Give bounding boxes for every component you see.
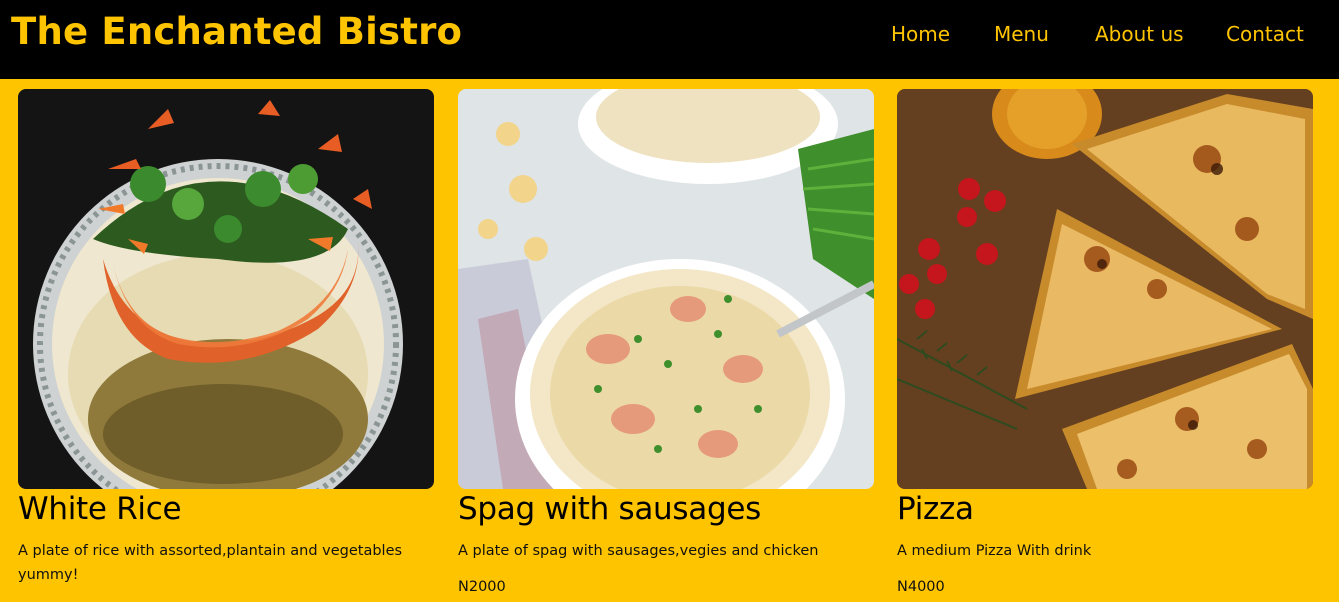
menu-item-price: N4000 — [897, 579, 945, 595]
menu-item-description: A plate of spag with sausages,vegies and… — [458, 543, 819, 559]
menu-item-title: White Rice — [18, 491, 182, 527]
pasta-dish-image — [458, 89, 874, 489]
main-nav: Home Menu About us Contact — [0, 22, 1339, 50]
menu-item-price: N2000 — [458, 579, 506, 595]
menu-card-pizza: Pizza A medium Pizza With drink N4000 — [897, 89, 1313, 595]
menu-card-spag-sausages: Spag with sausages A plate of spag with … — [458, 89, 874, 595]
menu-item-description: A medium Pizza With drink — [897, 543, 1092, 559]
rice-dish-image — [18, 89, 434, 489]
menu-item-title: Spag with sausages — [458, 491, 761, 527]
menu-item-title: Pizza — [897, 491, 974, 527]
nav-contact-link[interactable]: Contact — [1226, 22, 1304, 46]
menu-item-description: A plate of rice with assorted,plantain a… — [18, 543, 403, 583]
top-navbar: The Enchanted Bistro Home Menu About us … — [0, 0, 1339, 79]
nav-about-link[interactable]: About us — [1095, 22, 1184, 46]
menu-card-white-rice: White Rice A plate of rice with assorted… — [18, 89, 434, 583]
nav-home-link[interactable]: Home — [891, 22, 950, 46]
pizza-dish-image — [897, 89, 1313, 489]
nav-menu-link[interactable]: Menu — [994, 22, 1049, 46]
